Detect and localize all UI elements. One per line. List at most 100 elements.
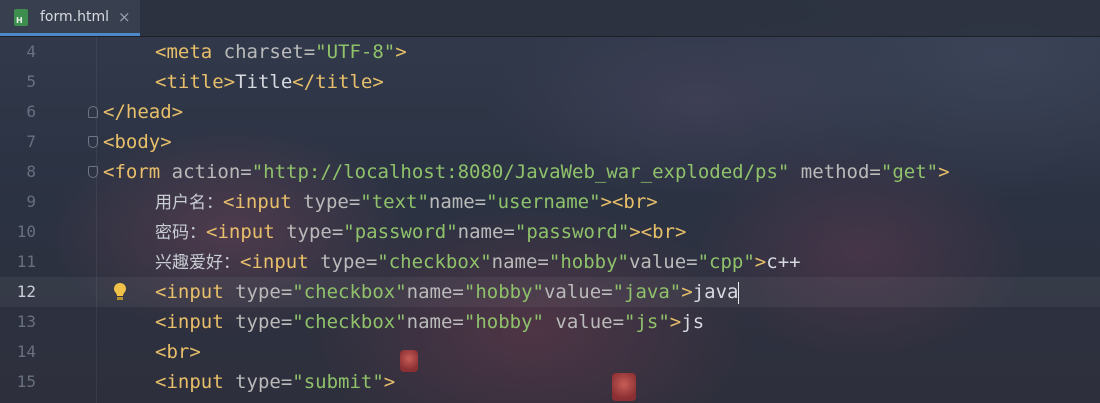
token-attr: value= bbox=[543, 281, 613, 303]
token-attr: name= bbox=[406, 311, 464, 333]
code-line-12[interactable]: 12 <input type="checkbox"name="hobby"valu… bbox=[0, 277, 1100, 307]
token-tag: <meta bbox=[155, 41, 224, 63]
token-attr: type= bbox=[235, 311, 293, 333]
token-attr: name= bbox=[457, 221, 515, 243]
token-tag: <input bbox=[155, 311, 236, 333]
line-number: 8 bbox=[26, 162, 36, 181]
code-line-10[interactable]: 10 密码：<input type="password"name="passwor… bbox=[0, 217, 1100, 247]
token-attr: type= bbox=[235, 281, 293, 303]
token-tag: <form bbox=[103, 161, 172, 183]
fold-marker-icon[interactable] bbox=[88, 136, 98, 148]
token-str: "hobby" bbox=[463, 311, 544, 333]
token-str: "username" bbox=[486, 191, 601, 213]
code-text: <input type="checkbox"name="hobby" value… bbox=[155, 307, 704, 337]
code-line-8[interactable]: 8 <form action="http://localhost:8080/Jav… bbox=[0, 157, 1100, 187]
token-str: "checkbox" bbox=[377, 251, 492, 273]
token-str: "submit" bbox=[292, 371, 384, 393]
token-tag: ><br> bbox=[629, 221, 687, 243]
line-number: 5 bbox=[26, 72, 36, 91]
token-cjk: 用户名： bbox=[155, 193, 223, 213]
code-line-7[interactable]: 7 <body> bbox=[0, 127, 1100, 157]
code-line-15[interactable]: 15 <input type="submit"> bbox=[0, 367, 1100, 397]
line-number: 10 bbox=[16, 222, 36, 241]
token-tag: </head> bbox=[103, 101, 184, 123]
code-text: <input type="submit"> bbox=[155, 367, 395, 397]
token-cjk: 兴趣爱好： bbox=[155, 253, 240, 273]
token-txt: Title bbox=[235, 71, 293, 93]
tab-label: form.html bbox=[40, 9, 109, 25]
code-line-5[interactable]: 5 <title>Title</title> bbox=[0, 67, 1100, 97]
token-tag: <input bbox=[206, 221, 287, 243]
token-attr: value= bbox=[543, 311, 625, 333]
code-line-9[interactable]: 9 用户名：<input type="text"name="username"><… bbox=[0, 187, 1100, 217]
line-number: 14 bbox=[16, 342, 36, 361]
token-str: "text" bbox=[360, 191, 429, 213]
token-str: "checkbox" bbox=[292, 281, 407, 303]
token-attr: method= bbox=[789, 161, 881, 183]
token-str: "js" bbox=[624, 311, 670, 333]
token-attr: type= bbox=[320, 251, 378, 273]
token-attr: type= bbox=[303, 191, 361, 213]
token-tag: > bbox=[383, 371, 396, 393]
html-file-icon: H bbox=[14, 9, 28, 26]
token-str: "java" bbox=[612, 281, 682, 303]
token-tag: <body> bbox=[103, 131, 172, 153]
token-tag: </title> bbox=[292, 71, 384, 93]
tab-form-html[interactable]: H form.html × bbox=[0, 0, 140, 36]
line-number: 11 bbox=[16, 252, 36, 271]
token-tag: > bbox=[938, 161, 950, 183]
code-text: 兴趣爱好：<input type="checkbox"name="hobby"v… bbox=[155, 247, 801, 278]
code-line-13[interactable]: 13 <input type="checkbox"name="hobby" val… bbox=[0, 307, 1100, 337]
token-str: "cpp" bbox=[697, 251, 755, 273]
token-str: "hobby" bbox=[463, 281, 544, 303]
code-text: <meta charset="UTF-8"> bbox=[155, 37, 407, 67]
token-tag: <input bbox=[155, 281, 236, 303]
token-str: "password" bbox=[343, 221, 458, 243]
token-tag: <title> bbox=[155, 71, 236, 93]
line-number: 13 bbox=[16, 312, 36, 331]
token-attr: value= bbox=[628, 251, 698, 273]
fold-marker-icon[interactable] bbox=[88, 106, 98, 118]
token-attr: name= bbox=[406, 281, 464, 303]
code-line-6[interactable]: 6 </head> bbox=[0, 97, 1100, 127]
code-line-4[interactable]: 4 <meta charset="UTF-8"> bbox=[0, 37, 1100, 67]
code-text: <form action="http://localhost:8080/Java… bbox=[103, 157, 950, 187]
code-line-11[interactable]: 11 兴趣爱好：<input type="checkbox"name="hobby… bbox=[0, 247, 1100, 277]
token-tag: > bbox=[754, 251, 767, 273]
lightbulb-icon[interactable] bbox=[113, 282, 127, 302]
code-text: <title>Title</title> bbox=[155, 67, 384, 97]
line-number: 12 bbox=[16, 282, 36, 301]
token-tag: <input bbox=[223, 191, 304, 213]
code-text: <br> bbox=[155, 337, 201, 367]
fold-marker-icon[interactable] bbox=[88, 166, 98, 178]
token-tag: <br> bbox=[155, 341, 201, 363]
text-caret bbox=[738, 281, 740, 304]
token-attr: type= bbox=[235, 371, 293, 393]
line-number: 6 bbox=[26, 102, 36, 121]
line-number: 9 bbox=[26, 192, 36, 211]
token-tag: <input bbox=[240, 251, 321, 273]
code-text: 密码：<input type="password"name="password"… bbox=[155, 217, 686, 248]
editor-tab-bar: H form.html × bbox=[0, 0, 1100, 37]
token-tag: > bbox=[681, 281, 693, 303]
token-tag: > bbox=[395, 41, 407, 63]
token-attr: type= bbox=[286, 221, 344, 243]
code-text: <body> bbox=[103, 127, 172, 157]
token-str: "http://localhost:8080/JavaWeb_war_explo… bbox=[251, 161, 790, 183]
code-editor[interactable]: 4 <meta charset="UTF-8"> 5 <title>Title</ti… bbox=[0, 37, 1100, 403]
token-attr: name= bbox=[428, 191, 487, 213]
token-str: "password" bbox=[514, 221, 630, 243]
token-str: "get" bbox=[880, 161, 939, 183]
token-cjk: 密码： bbox=[155, 223, 206, 243]
close-icon[interactable]: × bbox=[118, 8, 131, 26]
token-str: "hobby" bbox=[548, 251, 629, 273]
line-number: 4 bbox=[26, 42, 36, 61]
token-attr: name= bbox=[491, 251, 549, 273]
token-tag: > bbox=[669, 311, 682, 333]
code-text: <input type="checkbox"name="hobby"value=… bbox=[155, 277, 740, 307]
code-line-14[interactable]: 14 <br> bbox=[0, 337, 1100, 367]
token-txt: js bbox=[681, 311, 705, 333]
line-number: 15 bbox=[16, 372, 36, 391]
code-text: 用户名：<input type="text"name="username"><b… bbox=[155, 187, 658, 218]
token-str: "checkbox" bbox=[292, 311, 407, 333]
